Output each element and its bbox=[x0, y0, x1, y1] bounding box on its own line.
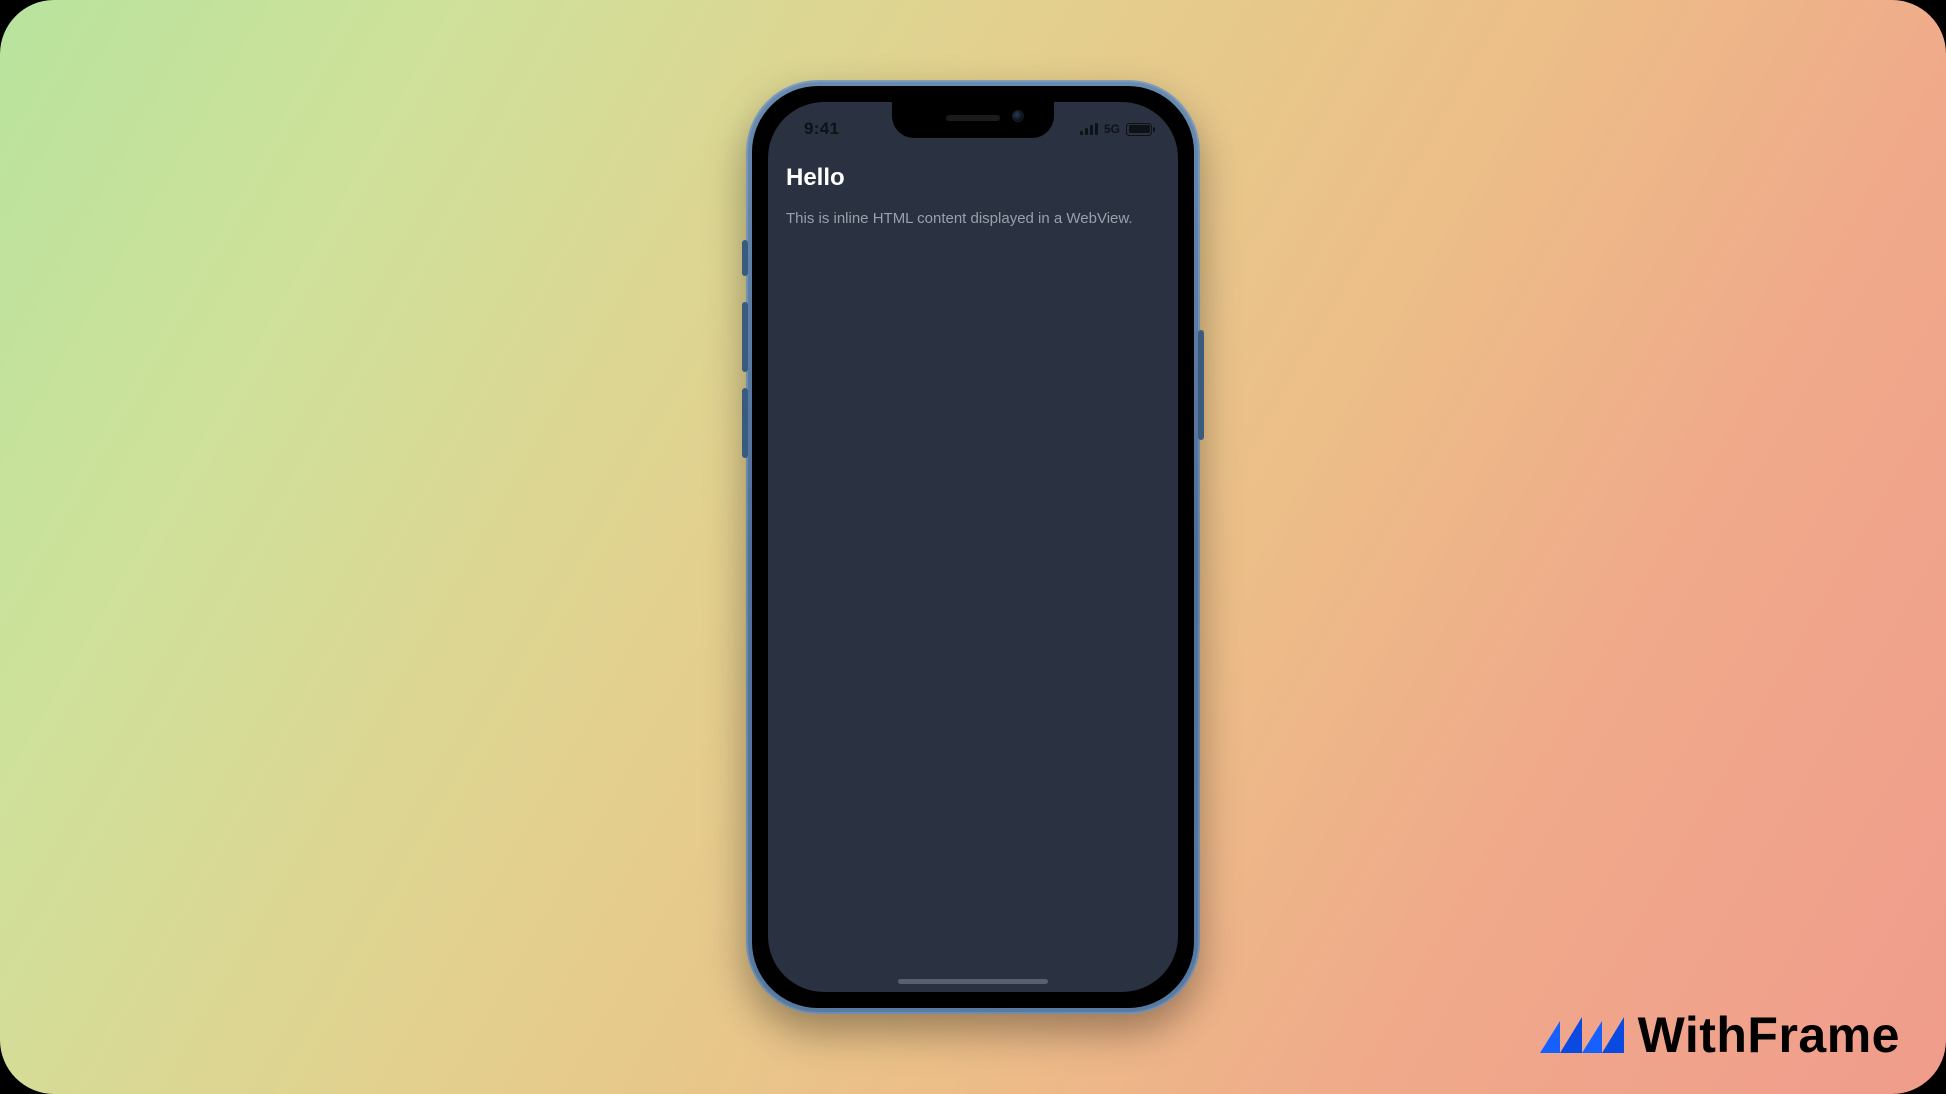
network-type-label: 5G bbox=[1104, 122, 1120, 136]
iphone-device-frame: 9:41 5G Hello This is inline HTML conten… bbox=[746, 80, 1200, 1014]
withframe-watermark: WithFrame bbox=[1540, 1006, 1900, 1064]
withframe-logo-text: WithFrame bbox=[1638, 1006, 1900, 1064]
battery-level bbox=[1129, 125, 1150, 133]
cellular-signal-icon bbox=[1080, 123, 1098, 135]
volume-down-button bbox=[742, 388, 748, 458]
mute-switch bbox=[742, 240, 748, 276]
phone-bezel: 9:41 5G Hello This is inline HTML conten… bbox=[752, 86, 1194, 1008]
phone-screen: 9:41 5G Hello This is inline HTML conten… bbox=[768, 102, 1178, 992]
home-indicator[interactable] bbox=[898, 979, 1048, 984]
side-power-button bbox=[1198, 330, 1204, 440]
status-right: 5G bbox=[1080, 122, 1152, 136]
status-bar: 9:41 5G bbox=[768, 102, 1178, 156]
webview-content[interactable]: Hello This is inline HTML content displa… bbox=[768, 162, 1178, 992]
volume-up-button bbox=[742, 302, 748, 372]
webview-heading: Hello bbox=[786, 164, 1160, 192]
mockup-stage: 9:41 5G Hello This is inline HTML conten… bbox=[0, 0, 1946, 1094]
status-time: 9:41 bbox=[794, 119, 839, 139]
webview-paragraph: This is inline HTML content displayed in… bbox=[786, 210, 1160, 227]
withframe-logo-icon bbox=[1540, 1007, 1624, 1063]
battery-icon bbox=[1126, 123, 1152, 136]
